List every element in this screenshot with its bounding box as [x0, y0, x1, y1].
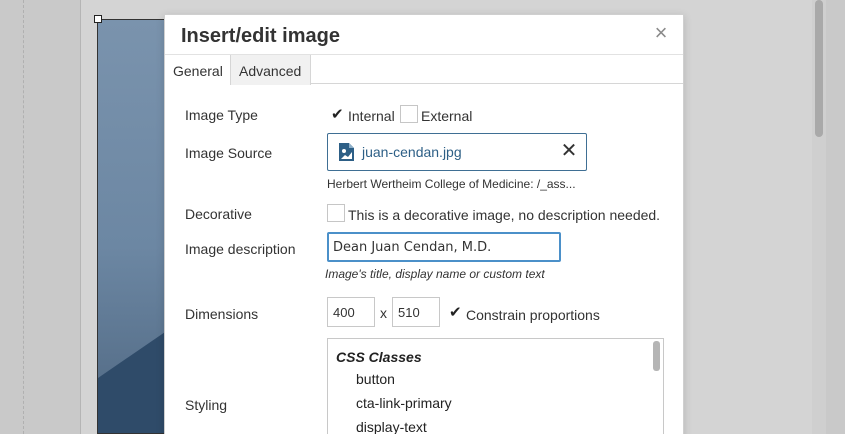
checkmark-icon: ✔	[449, 304, 462, 321]
dimensions-separator: x	[380, 305, 387, 321]
dialog-title: Insert/edit image	[181, 25, 340, 47]
height-input[interactable]	[392, 297, 440, 327]
image-description-label: Image description	[185, 241, 296, 257]
decorative-checkbox[interactable]	[327, 204, 345, 222]
tab-general[interactable]: General	[165, 55, 231, 85]
constrain-proportions-label: Constrain proportions	[466, 307, 600, 323]
decorative-label: Decorative	[185, 206, 252, 222]
image-source-label: Image Source	[185, 145, 273, 161]
image-source-filename[interactable]: juan-cendan.jpg	[362, 144, 462, 160]
dialog-tabs: General Advanced	[165, 54, 683, 85]
remove-source-icon[interactable]: ✕	[560, 141, 578, 161]
constrain-proportions-checkbox[interactable]: ✔	[445, 303, 463, 321]
dimensions-label: Dimensions	[185, 306, 259, 322]
css-classes-listbox[interactable]: CSS Classes button cta-link-primary disp…	[327, 338, 664, 434]
image-source-path: Herbert Wertheim College of Medicine: /_…	[327, 177, 576, 191]
internal-checkbox[interactable]: ✔	[327, 105, 345, 123]
image-dark-region	[98, 330, 166, 433]
checkmark-icon: ✔	[331, 106, 344, 123]
internal-label: Internal	[348, 108, 395, 124]
width-input[interactable]	[327, 297, 375, 327]
listbox-scrollbar[interactable]	[653, 341, 660, 371]
css-class-option[interactable]: display-text	[356, 419, 427, 434]
close-icon[interactable]: ×	[651, 22, 671, 44]
image-file-icon	[339, 143, 354, 161]
external-label: External	[421, 108, 473, 124]
css-classes-heading: CSS Classes	[336, 349, 422, 365]
tab-advanced[interactable]: Advanced	[231, 55, 311, 85]
styling-label: Styling	[185, 397, 228, 413]
image-source-field[interactable]: juan-cendan.jpg ✕	[327, 133, 587, 171]
decorative-checkbox-label: This is a decorative image, no descripti…	[348, 207, 661, 223]
insert-edit-image-dialog: Insert/edit image × General Advanced Ima…	[164, 14, 684, 434]
css-class-option[interactable]: button	[356, 371, 395, 387]
image-type-label: Image Type	[185, 107, 258, 123]
image-description-hint: Image's title, display name or custom te…	[325, 267, 545, 281]
resize-handle[interactable]	[94, 15, 102, 23]
image-description-input[interactable]	[327, 232, 561, 262]
selected-image-preview[interactable]	[97, 19, 167, 434]
margin-guide	[23, 0, 24, 434]
page-scrollbar-thumb[interactable]	[815, 0, 823, 137]
external-checkbox[interactable]	[400, 105, 418, 123]
css-class-option[interactable]: cta-link-primary	[356, 395, 452, 411]
